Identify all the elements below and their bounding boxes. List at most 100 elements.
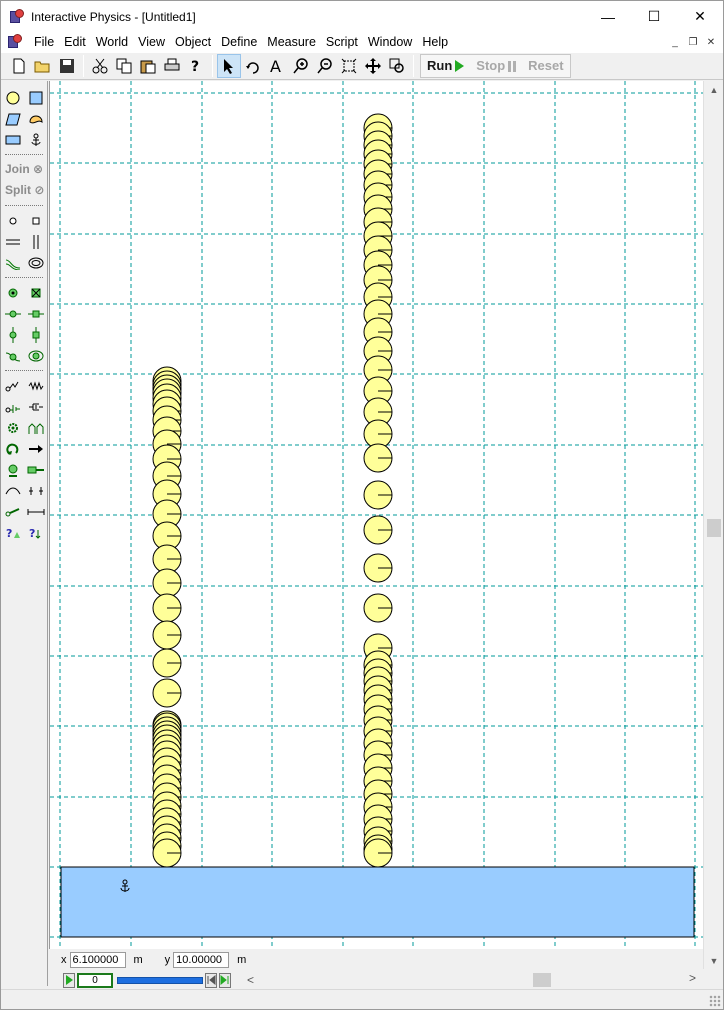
horizontal-slot-icon[interactable] [4,233,22,251]
square-tool-icon[interactable] [27,89,45,107]
zoom-in-icon[interactable] [289,54,313,78]
paste-icon[interactable] [136,54,160,78]
curved-pin-slot-icon[interactable] [4,347,22,365]
help-query-icon[interactable]: ? [4,524,22,542]
join-label: Join [5,162,30,176]
menu-window[interactable]: Window [363,32,417,52]
menu-file[interactable]: File [29,32,59,52]
resize-grip-icon[interactable] [709,995,721,1007]
motor-icon[interactable] [4,461,22,479]
closed-slot-icon[interactable] [27,254,45,272]
save-icon[interactable] [55,54,79,78]
menu-object[interactable]: Object [170,32,216,52]
scroll-down-arrow-icon[interactable]: ▼ [704,952,724,969]
print-icon[interactable] [160,54,184,78]
run-button[interactable]: Run [421,55,470,77]
frame-counter[interactable]: 0 [77,972,113,988]
anchor-tool-icon[interactable] [27,131,45,149]
menu-help[interactable]: Help [417,32,453,52]
point-element-icon[interactable] [4,212,22,230]
square-point-element-icon[interactable] [27,212,45,230]
vertical-rigid-slot-icon[interactable] [27,326,45,344]
curved-slot-icon[interactable] [4,254,22,272]
palette-separator [5,370,43,371]
vertical-pin-slot-icon[interactable] [4,326,22,344]
arrow-pointer-icon[interactable] [217,54,241,78]
scroll-up-arrow-icon[interactable]: ▲ [704,81,724,98]
tape-player-bar: 0 < > [49,971,703,989]
simulation-canvas[interactable] [49,81,703,949]
rigid-joint-icon[interactable] [27,284,45,302]
horizontal-rigid-slot-icon[interactable] [27,305,45,323]
app-logo-icon [9,8,25,25]
vertical-slot-icon[interactable] [27,233,45,251]
copy-icon[interactable] [112,54,136,78]
join-button[interactable]: Join ⊗ [1,159,47,180]
zoom-object-icon[interactable] [385,54,409,78]
y-coord-field[interactable]: 10.00000 [173,952,230,968]
vertical-scrollbar[interactable]: ▲ ▼ [703,81,723,969]
mdi-close-button[interactable]: ✕ [703,34,719,50]
document-icon[interactable] [7,34,23,50]
tape-track[interactable] [117,976,203,984]
scroll-right-arrow-icon[interactable]: > [689,971,696,985]
close-button[interactable]: ✕ [677,1,723,32]
menu-world[interactable]: World [91,32,133,52]
torque-icon[interactable] [4,440,22,458]
minimize-button[interactable]: — [585,1,631,32]
measure-rod-icon[interactable] [27,503,45,521]
scroll-left-arrow-icon[interactable]: < [247,973,254,987]
circle-tool-icon[interactable] [4,89,22,107]
menu-bar: File Edit World View Object Define Measu… [1,32,723,52]
toolbar-separator [83,55,84,77]
help-icon[interactable]: ? [184,54,208,78]
rectangle-tool-icon[interactable] [4,131,22,149]
rotate-icon[interactable] [241,54,265,78]
help-object-icon[interactable]: ? [27,524,45,542]
svg-text:?: ? [29,527,35,540]
play-button[interactable] [63,972,75,988]
spring-icon[interactable] [27,377,45,395]
damper-icon[interactable] [4,398,22,416]
zoom-fit-icon[interactable] [337,54,361,78]
app-window: Interactive Physics - [Untitled1] — ☐ ✕ … [0,0,724,1010]
curved-rope-icon[interactable] [4,482,22,500]
force-icon[interactable] [27,440,45,458]
new-icon[interactable] [7,54,31,78]
stop-button[interactable]: Stop [470,55,522,77]
split-button[interactable]: Split ⊘ [1,180,47,201]
mdi-minimize-button[interactable]: _ [667,34,683,50]
pan-icon[interactable] [361,54,385,78]
x-coord-field[interactable]: 6.100000 [69,952,126,968]
scene-svg [50,81,703,949]
menu-define[interactable]: Define [216,32,262,52]
step-back-button[interactable] [205,972,217,988]
reset-button[interactable]: Reset [522,55,569,77]
separator-icon[interactable] [27,482,45,500]
vertical-scroll-thumb[interactable] [707,519,721,537]
menu-script[interactable]: Script [321,32,363,52]
step-forward-button[interactable] [219,972,231,988]
mdi-restore-button[interactable]: ❐ [685,34,701,50]
pulley-icon[interactable] [27,419,45,437]
maximize-button[interactable]: ☐ [631,1,677,32]
rod-icon[interactable] [4,503,22,521]
menu-measure[interactable]: Measure [262,32,321,52]
cut-icon[interactable] [88,54,112,78]
gear-icon[interactable] [4,419,22,437]
menu-edit[interactable]: Edit [59,32,91,52]
menu-view[interactable]: View [133,32,170,52]
open-icon[interactable] [31,54,55,78]
text-icon[interactable]: A [265,54,289,78]
actuator-icon[interactable] [27,461,45,479]
pin-joint-icon[interactable] [4,284,22,302]
curved-body-tool-icon[interactable] [27,110,45,128]
polygon-tool-icon[interactable] [4,110,22,128]
spring-damper-icon[interactable] [27,398,45,416]
rope-icon[interactable] [4,377,22,395]
closed-pin-slot-icon[interactable] [27,347,45,365]
zoom-out-icon[interactable] [313,54,337,78]
run-controls: Run Stop Reset [420,54,571,78]
horizontal-pin-slot-icon[interactable] [4,305,22,323]
horizontal-scroll-thumb[interactable] [533,973,551,987]
